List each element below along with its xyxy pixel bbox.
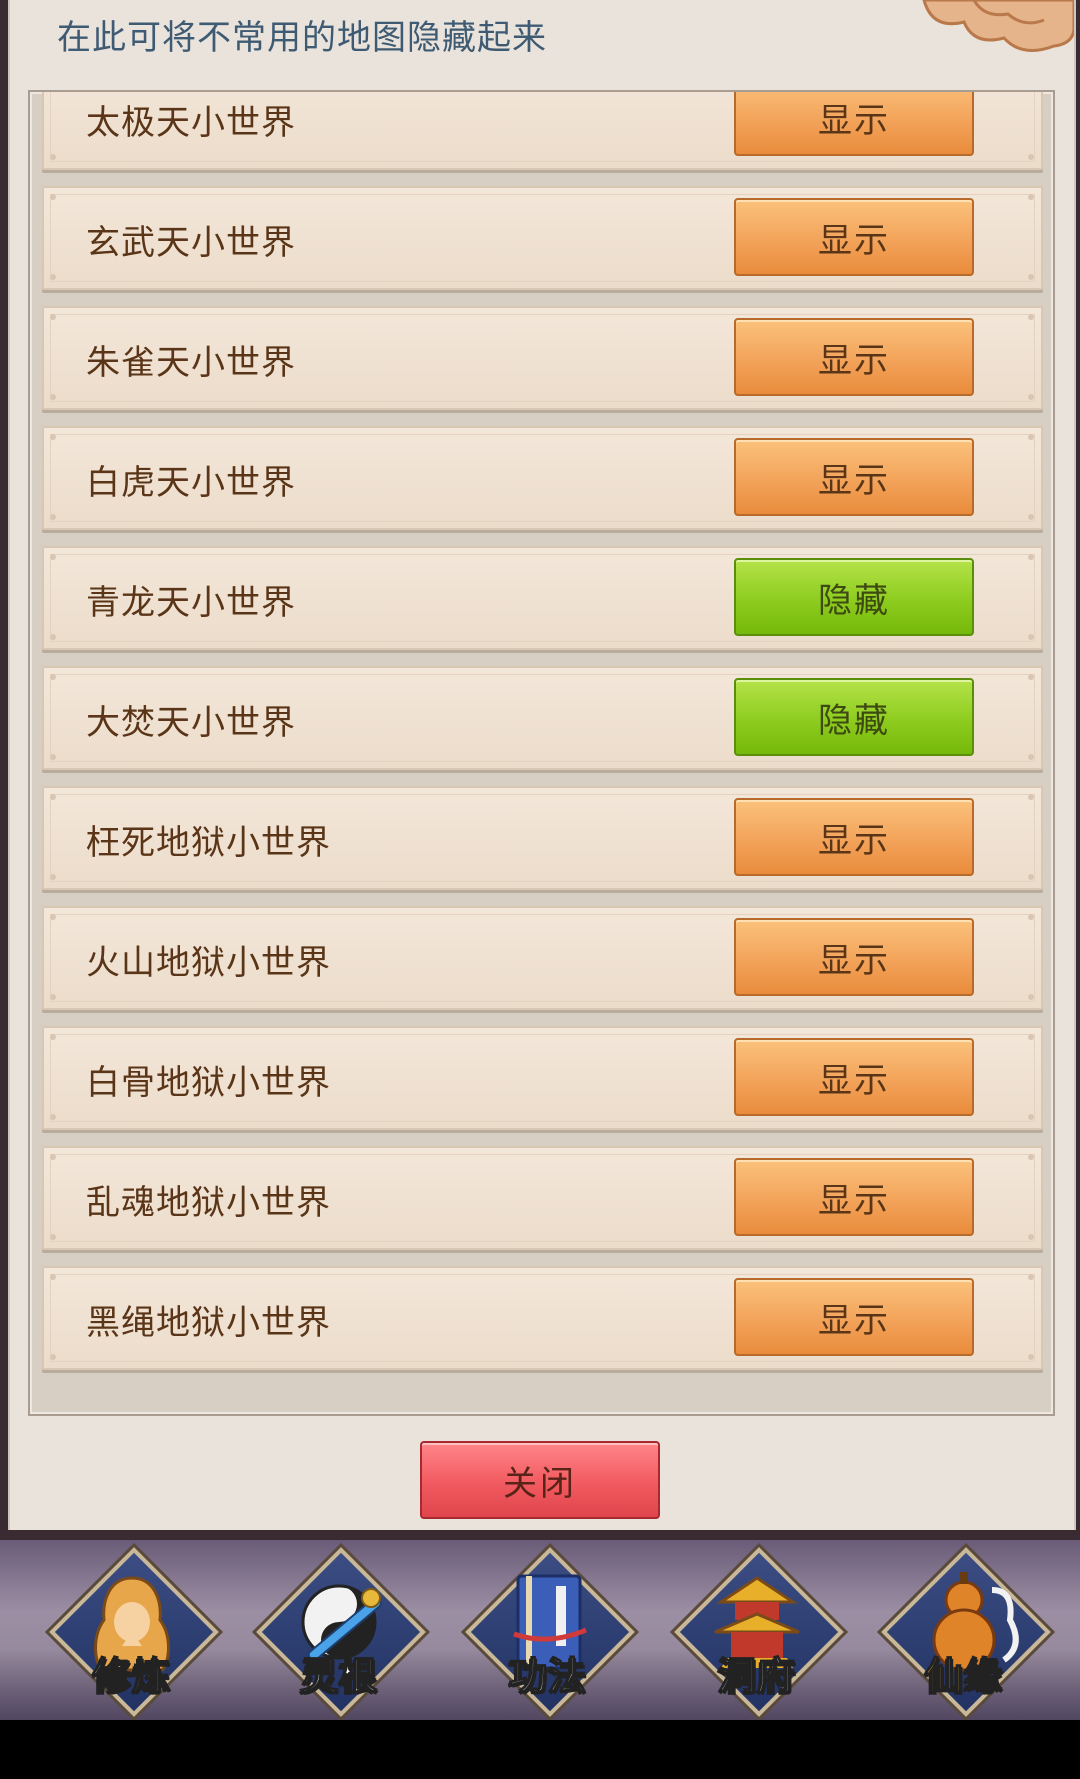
- show-toggle-button[interactable]: 显示: [734, 1038, 974, 1116]
- nav-label: 功法: [508, 1653, 587, 1699]
- bottom-nav-bar: 修炼 灵根 功法 洞府 仙缘: [0, 1540, 1080, 1720]
- map-visibility-dialog: 在此可将不常用的地图隐藏起来 太极天小世界 显示 玄武天小世界 显示 朱雀天小世界 显示白…: [0, 0, 1080, 1540]
- show-toggle-button[interactable]: 显示: [734, 1278, 974, 1356]
- nav-label: 灵根: [299, 1653, 378, 1699]
- nav-label: 修炼: [92, 1653, 171, 1699]
- map-name: 青龙天小世界: [86, 583, 296, 623]
- nav-item-4[interactable]: 洞府: [674, 1547, 844, 1717]
- map-row: 枉死地狱小世界 显示: [42, 786, 1043, 890]
- map-row: 白骨地狱小世界 显示: [42, 1026, 1043, 1130]
- map-name: 太极天小世界: [86, 103, 296, 143]
- map-row: 朱雀天小世界 显示: [42, 306, 1043, 410]
- nav-item-3[interactable]: 功法: [465, 1547, 635, 1717]
- show-toggle-button[interactable]: 显示: [734, 438, 974, 516]
- map-name: 火山地狱小世界: [86, 943, 331, 983]
- close-button[interactable]: 关闭: [420, 1441, 660, 1519]
- map-row: 太极天小世界 显示: [42, 92, 1043, 170]
- show-toggle-button[interactable]: 显示: [734, 798, 974, 876]
- map-row: 乱魂地狱小世界 显示: [42, 1146, 1043, 1250]
- nav-item-5[interactable]: 仙缘: [881, 1547, 1051, 1717]
- hide-toggle-button[interactable]: 隐藏: [734, 558, 974, 636]
- map-row: 青龙天小世界 隐藏: [42, 546, 1043, 650]
- map-row: 大焚天小世界 隐藏: [42, 666, 1043, 770]
- nav-item-2[interactable]: 灵根: [256, 1547, 426, 1717]
- map-row: 玄武天小世界 显示: [42, 186, 1043, 290]
- map-row: 黑绳地狱小世界 显示: [42, 1266, 1043, 1370]
- map-name: 乱魂地狱小世界: [86, 1183, 331, 1223]
- show-toggle-button[interactable]: 显示: [734, 318, 974, 396]
- map-name: 大焚天小世界: [86, 703, 296, 743]
- cloud-ornament-icon: [922, 0, 1074, 52]
- nav-item-1[interactable]: 修炼: [49, 1547, 219, 1717]
- map-name: 黑绳地狱小世界: [86, 1303, 331, 1343]
- map-name: 白虎天小世界: [86, 463, 296, 503]
- show-toggle-button[interactable]: 显示: [734, 92, 974, 156]
- hint-text: 在此可将不常用的地图隐藏起来: [57, 18, 547, 58]
- nav-label: 洞府: [717, 1653, 796, 1699]
- show-toggle-button[interactable]: 显示: [734, 198, 974, 276]
- map-name: 白骨地狱小世界: [86, 1063, 331, 1103]
- show-toggle-button[interactable]: 显示: [734, 918, 974, 996]
- show-toggle-button[interactable]: 显示: [734, 1158, 974, 1236]
- map-list[interactable]: 太极天小世界 显示 玄武天小世界 显示 朱雀天小世界 显示 白虎天小世界 显示 青龙天小世界 隐藏…: [28, 90, 1055, 1416]
- map-name: 朱雀天小世界: [86, 343, 296, 383]
- map-name: 枉死地狱小世界: [86, 823, 331, 863]
- map-name: 玄武天小世界: [86, 223, 296, 263]
- nav-label: 仙缘: [924, 1653, 1003, 1699]
- map-row: 白虎天小世界 显示: [42, 426, 1043, 530]
- map-row: 火山地狱小世界 显示: [42, 906, 1043, 1010]
- hide-toggle-button[interactable]: 隐藏: [734, 678, 974, 756]
